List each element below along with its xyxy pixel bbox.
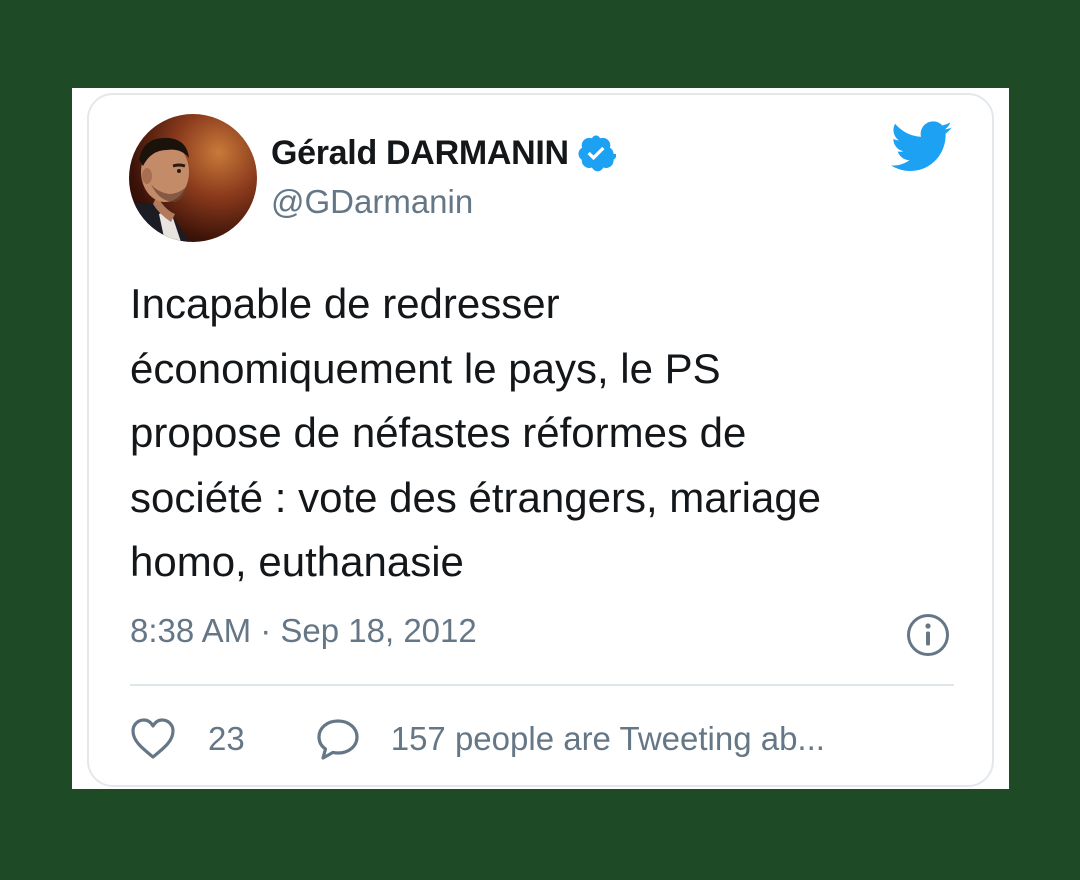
tweet-timestamp[interactable]: 8:38 AM · Sep 18, 2012 bbox=[130, 612, 477, 650]
tweet-actions: 23 157 people are Tweeting ab... bbox=[130, 714, 825, 764]
heart-icon[interactable] bbox=[130, 717, 176, 761]
avatar[interactable] bbox=[129, 114, 257, 242]
twitter-bird-icon[interactable] bbox=[891, 120, 953, 174]
author-name-row[interactable]: Gérald DARMANIN bbox=[271, 130, 616, 176]
speech-bubble-icon[interactable] bbox=[315, 717, 361, 761]
avatar-portrait bbox=[129, 137, 189, 242]
verified-badge-icon bbox=[578, 135, 616, 172]
page: Gérald DARMANIN @GDarmanin Incapable de … bbox=[0, 0, 1080, 880]
tweet-text: Incapable de redresser économiquement le… bbox=[130, 280, 822, 585]
divider bbox=[130, 684, 954, 686]
author-name[interactable]: Gérald DARMANIN bbox=[271, 134, 569, 173]
conversation-link[interactable]: 157 people are Tweeting ab... bbox=[391, 720, 825, 758]
info-icon[interactable] bbox=[905, 612, 951, 658]
like-count[interactable]: 23 bbox=[208, 720, 245, 758]
author-handle[interactable]: @GDarmanin bbox=[271, 183, 473, 221]
